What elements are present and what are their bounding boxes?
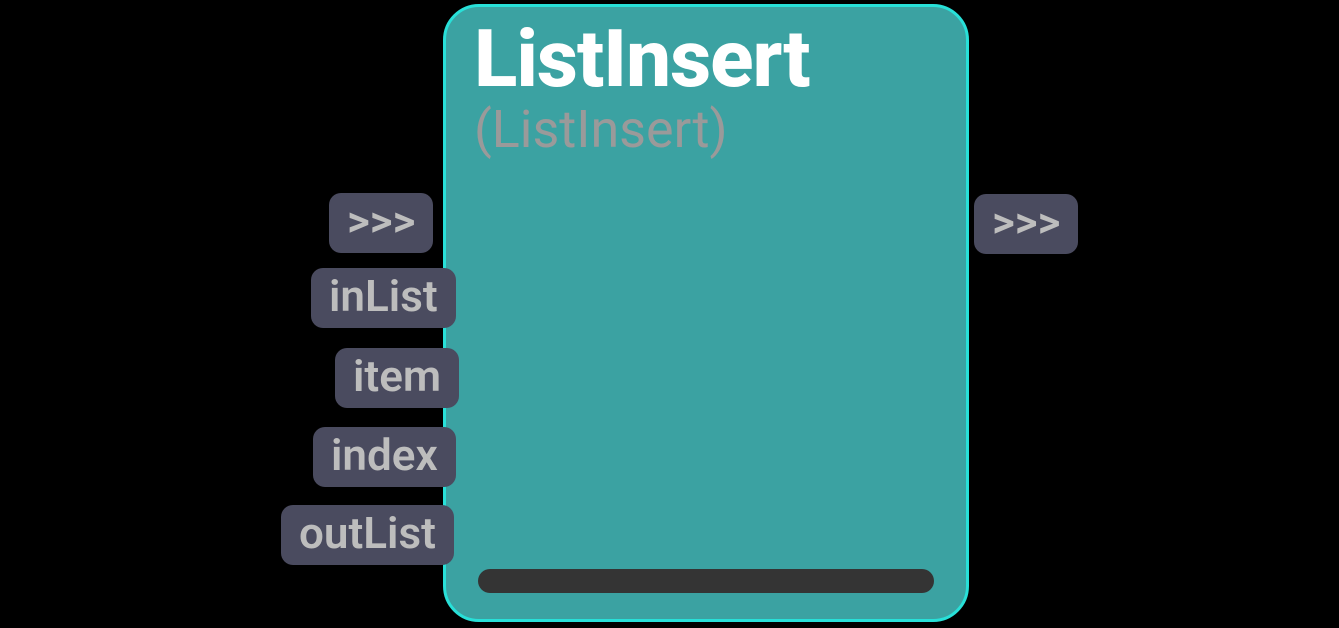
port-index[interactable]: index: [313, 427, 456, 487]
node-subtitle: (ListInsert): [474, 101, 938, 158]
port-exec-out[interactable]: >>>: [974, 194, 1078, 254]
port-exec-in[interactable]: >>>: [329, 193, 433, 253]
node-title: ListInsert: [474, 17, 938, 101]
port-inlist[interactable]: inList: [311, 268, 456, 328]
port-item[interactable]: item: [335, 348, 459, 408]
node-listinsert[interactable]: ListInsert (ListInsert): [443, 4, 969, 622]
port-outlist[interactable]: outList: [281, 505, 454, 565]
node-footer-bar: [478, 569, 934, 593]
